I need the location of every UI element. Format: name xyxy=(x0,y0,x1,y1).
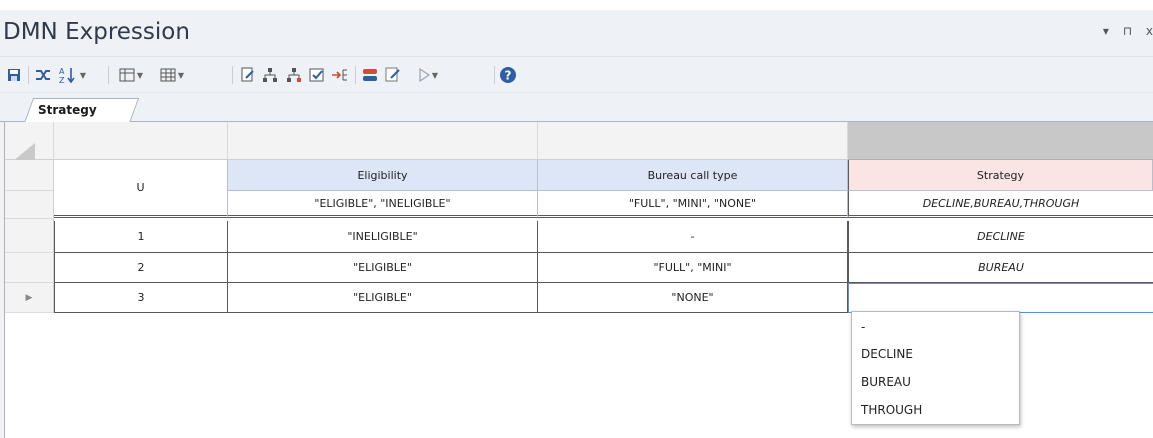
strategy-dropdown-list[interactable]: - DECLINE BUREAU THROUGH xyxy=(851,311,1020,425)
rule-number-cell[interactable]: 1 xyxy=(54,221,228,253)
dropdown-option-dash[interactable]: - xyxy=(861,320,865,334)
rule-strategy-cell[interactable]: DECLINE xyxy=(848,221,1153,253)
help-icon[interactable]: ? xyxy=(498,64,518,86)
tab-strip: Strategy xyxy=(0,93,1153,123)
dropdown-option-bureau[interactable]: BUREAU xyxy=(861,375,911,389)
pin-icon[interactable]: ⊓ xyxy=(1123,24,1132,38)
toolbar: AZ ▼ ▼ ▼ ▼ ? xyxy=(0,58,1153,93)
title-bar: DMN Expression ▾ ⊓ x xyxy=(0,10,1153,57)
tab-strategy-label: Strategy xyxy=(38,103,97,117)
column-header-hit-policy[interactable] xyxy=(54,122,228,160)
rule-bureau-cell[interactable]: "FULL", "MINI" xyxy=(538,253,848,283)
output-allowed-values-strategy[interactable]: DECLINE,BUREAU,THROUGH xyxy=(848,191,1153,218)
svg-text:?: ? xyxy=(505,69,512,83)
input-allowed-values-bureau[interactable]: "FULL", "MINI", "NONE" xyxy=(538,191,848,218)
rule-eligibility-cell[interactable]: "INELIGIBLE" xyxy=(228,221,538,253)
row-header[interactable] xyxy=(5,253,54,283)
rule-bureau-cell[interactable]: - xyxy=(538,221,848,253)
row-header[interactable] xyxy=(5,160,54,191)
rules-icon[interactable] xyxy=(360,64,380,86)
row-header[interactable] xyxy=(5,191,54,219)
svg-text:A: A xyxy=(59,67,65,76)
row-header[interactable] xyxy=(5,219,54,253)
rule-number-cell[interactable]: 2 xyxy=(54,253,228,283)
column-header-output[interactable] xyxy=(848,122,1153,160)
table-grid-icon[interactable]: ▼ xyxy=(154,64,190,86)
output-header-strategy[interactable]: Strategy xyxy=(848,160,1153,191)
column-header-input-1[interactable] xyxy=(228,122,538,160)
insert-arrow-icon[interactable] xyxy=(329,64,351,86)
toolbar-separator xyxy=(494,66,495,84)
window-controls: ▾ ⊓ x xyxy=(1093,24,1153,38)
toolbar-separator xyxy=(108,66,109,84)
column-header-input-2[interactable] xyxy=(538,122,848,160)
rule-bureau-cell[interactable]: "NONE" xyxy=(538,283,848,313)
select-all-triangle[interactable] xyxy=(13,143,35,161)
toolbar-separator xyxy=(355,66,356,84)
dropdown-menu-icon[interactable]: ▾ xyxy=(1103,24,1109,38)
sort-az-icon[interactable]: AZ ▼ xyxy=(56,64,88,86)
table-columns-icon[interactable]: ▼ xyxy=(113,64,149,86)
dropdown-option-decline[interactable]: DECLINE xyxy=(861,347,913,361)
rule-number-cell[interactable]: 3 xyxy=(54,283,228,313)
play-icon[interactable]: ▼ xyxy=(410,64,446,86)
shuffle-icon[interactable] xyxy=(32,64,54,86)
current-row-indicator[interactable]: ▶ xyxy=(5,283,54,313)
hierarchy2-icon[interactable] xyxy=(284,64,304,86)
toolbar-separator xyxy=(28,66,29,84)
save-icon[interactable] xyxy=(4,64,24,86)
edit-doc-icon[interactable] xyxy=(238,64,258,86)
hierarchy-icon[interactable] xyxy=(260,64,280,86)
input-header-bureau-call-type[interactable]: Bureau call type xyxy=(538,160,848,191)
window-title: DMN Expression xyxy=(3,19,190,45)
rule-eligibility-cell[interactable]: "ELIGIBLE" xyxy=(228,283,538,313)
close-icon[interactable]: x xyxy=(1146,24,1153,38)
checkbox-icon[interactable] xyxy=(307,64,327,86)
rule-strategy-cell[interactable]: BUREAU xyxy=(848,253,1153,283)
svg-text:Z: Z xyxy=(59,76,65,84)
dropdown-option-through[interactable]: THROUGH xyxy=(861,403,922,417)
input-header-eligibility[interactable]: Eligibility xyxy=(228,160,538,191)
hit-policy-cell[interactable]: U xyxy=(54,160,228,218)
rule-eligibility-cell[interactable]: "ELIGIBLE" xyxy=(228,253,538,283)
toolbar-separator xyxy=(232,66,233,84)
strategy-edit-input[interactable] xyxy=(848,283,1153,313)
input-allowed-values-eligibility[interactable]: "ELIGIBLE", "INELIGIBLE" xyxy=(228,191,538,218)
validate-icon[interactable] xyxy=(383,64,403,86)
